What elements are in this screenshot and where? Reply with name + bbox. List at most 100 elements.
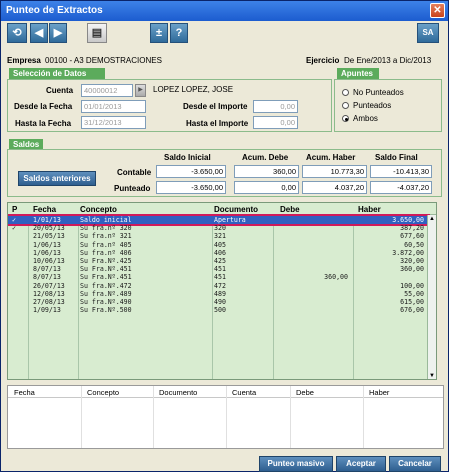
grid-scrollbar[interactable]: ▲ ▼: [427, 215, 436, 379]
cell-haber: 360,00: [400, 265, 424, 274]
cuenta-label: Cuenta: [46, 86, 74, 95]
seleccion-tab: Selección de Datos: [9, 68, 105, 79]
scroll-up-icon[interactable]: ▲: [428, 215, 436, 223]
table-row[interactable]: 1/06/13 Su fra.nº 406 406 3.872,00: [8, 249, 428, 257]
cell-fecha: 10/06/13: [33, 257, 65, 265]
aceptar-button[interactable]: Aceptar: [336, 456, 386, 472]
close-button[interactable]: ✕: [430, 3, 445, 18]
grid2-col-concepto: Concepto: [87, 388, 120, 397]
cell-documento: 489: [214, 289, 226, 298]
grid-col-fecha: Fecha: [33, 205, 57, 214]
hasta-fecha-field[interactable]: 31/12/2013: [81, 116, 146, 129]
table-row[interactable]: 10/06/13 Su Fra.Nº.425 425 320,00: [8, 257, 428, 265]
cell-concepto: Su fra.Nº.472: [80, 281, 132, 290]
detalle-grid[interactable]: Fecha Concepto Documento Cuenta Debe Hab…: [7, 385, 444, 449]
table-row[interactable]: 26/07/13 Su fra.Nº.472 472 100,00: [8, 282, 428, 290]
radio-ambos[interactable]: [342, 115, 349, 122]
cell-documento: 405: [214, 240, 226, 249]
desde-fecha-label: Desde la Fecha: [14, 102, 73, 111]
refresh-icon[interactable]: ⟲: [7, 23, 27, 43]
table-row[interactable]: 27/08/13 Su fra.Nº.490 490 615,00: [8, 298, 428, 306]
help-icon[interactable]: ?: [170, 23, 188, 43]
table-row[interactable]: 21/05/13 Su fra.nº 321 321 677,60: [8, 232, 428, 240]
cell-concepto: Su fra.Nº.490: [80, 298, 132, 306]
table-row[interactable]: 8/07/13 Su Fra.Nº.451 451 360,00: [8, 265, 428, 273]
radio-no-punteados-label: No Punteados: [353, 88, 404, 97]
cell-fecha: 20/05/13: [33, 224, 65, 233]
table-row[interactable]: ✓ 1/01/13 Saldo inicial Apertura 3.650,00: [8, 214, 430, 226]
punteo-masivo-button[interactable]: Punteo masivo: [259, 456, 333, 472]
saldos-anteriores-button[interactable]: Saldos anteriores: [18, 171, 96, 186]
cell-fecha: 8/07/13: [33, 265, 61, 274]
hasta-fecha-label: Hasta la Fecha: [15, 119, 72, 128]
desde-fecha-field[interactable]: 01/01/2013: [81, 100, 146, 113]
cell-haber: 100,00: [400, 281, 424, 290]
grid2-col-documento: Documento: [159, 388, 198, 397]
cell-haber: 60,50: [404, 240, 424, 249]
contable-saldo-inicial: -3.650,00: [156, 165, 226, 178]
hasta-importe-field[interactable]: 0,00: [253, 116, 298, 129]
cell-concepto: Su Fra.Nº.425: [80, 257, 132, 265]
grid-col-haber: Haber: [358, 205, 381, 214]
apuntes-tab: Apuntes: [337, 68, 379, 79]
plusminus-icon[interactable]: ±: [150, 23, 168, 43]
table-row[interactable]: 1/09/13 Su Fra.Nº.500 500 676,00: [8, 306, 428, 314]
print-icon[interactable]: ▤: [87, 23, 107, 43]
cell-documento: 451: [214, 265, 226, 274]
cancelar-button[interactable]: Cancelar: [389, 456, 441, 472]
cell-concepto: Su fra.nº 321: [80, 232, 132, 241]
punteado-saldo-inicial: -3.650,00: [156, 181, 226, 194]
table-row[interactable]: 8/07/13 Su Fra.Nº.451 451 360,00: [8, 273, 428, 281]
table-row[interactable]: 12/08/13 Su fra.Nº.489 489 55,00: [8, 290, 428, 298]
apuntes-grid[interactable]: P Fecha Concepto Documento Debe Haber ✓ 1…: [7, 202, 437, 380]
cuenta-lookup-icon[interactable]: ▶: [135, 84, 146, 97]
table-row[interactable]: ✓ 20/05/13 Su fra.nº 320 320 387,20: [8, 224, 428, 232]
cell-p: ✓: [12, 224, 16, 233]
cell-haber: 55,00: [404, 289, 424, 298]
cell-debe: 360,00: [324, 273, 348, 282]
cell-fecha: 1/06/13: [33, 248, 61, 257]
cell-haber: 3.650,00: [392, 216, 424, 224]
ejercicio-value: De Ene/2013 a Dic/2013: [344, 56, 432, 65]
empresa-value: 00100 - A3 DEMOSTRACIONES: [45, 56, 162, 65]
desde-importe-field[interactable]: 0,00: [253, 100, 298, 113]
cell-fecha: 21/05/13: [33, 232, 65, 241]
grid-header: P Fecha Concepto Documento Debe Haber: [8, 203, 436, 215]
cell-concepto: Su fra.nº 405: [80, 240, 132, 249]
grid-col-documento: Documento: [214, 205, 258, 214]
next-icon[interactable]: ▶: [49, 23, 67, 43]
grid2-col-haber: Haber: [369, 388, 390, 397]
grid2-divider: [153, 386, 154, 448]
scroll-down-icon[interactable]: ▼: [428, 372, 436, 379]
punteado-acum-haber: 4.037,20: [302, 181, 367, 194]
grid2-divider: [363, 386, 364, 448]
title-bar: Punteo de Extractos ✕: [1, 1, 448, 21]
punteado-acum-debe: 0,00: [234, 181, 299, 194]
col-acum-debe: Acum. Debe: [242, 153, 289, 162]
cell-documento: Apertura: [214, 216, 246, 224]
cell-haber: 320,00: [400, 257, 424, 265]
radio-no-punteados[interactable]: [342, 89, 349, 96]
sa-button[interactable]: SA: [417, 23, 439, 43]
cell-documento: 320: [214, 224, 226, 233]
table-row[interactable]: 1/06/13 Su fra.nº 405 405 60,50: [8, 241, 428, 249]
grid2-col-cuenta: Cuenta: [232, 388, 257, 397]
cuenta-field[interactable]: 40000012: [81, 84, 133, 97]
window: Punteo de Extractos ✕ ⟲ ◀ ▶ ▤ ± ? SA Emp…: [0, 0, 449, 472]
punteado-saldo-final: -4.037,20: [370, 181, 432, 194]
radio-punteados-label: Punteados: [353, 101, 392, 110]
cell-documento: 406: [214, 248, 226, 257]
radio-ambos-label: Ambos: [353, 114, 378, 123]
cell-concepto: Su Fra.Nº.451: [80, 265, 132, 274]
cell-documento: 500: [214, 306, 226, 315]
radio-punteados[interactable]: [342, 102, 349, 109]
ejercicio-label: Ejercicio: [306, 56, 340, 65]
punteado-label: Punteado: [114, 184, 151, 193]
contable-acum-debe: 360,00: [234, 165, 299, 178]
grid2-col-debe: Debe: [296, 388, 314, 397]
desde-importe-label: Desde el Importe: [183, 102, 248, 111]
cell-fecha: 1/01/13: [33, 216, 61, 224]
col-saldo-final: Saldo Final: [375, 153, 418, 162]
grid2-divider: [290, 386, 291, 448]
prev-icon[interactable]: ◀: [30, 23, 48, 43]
